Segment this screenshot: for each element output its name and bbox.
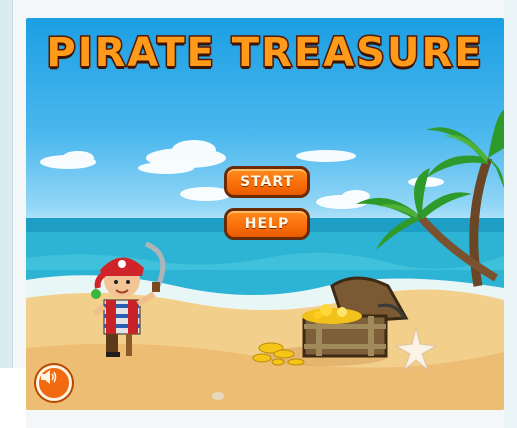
left-panel [0, 0, 13, 428]
help-button[interactable]: HELP [224, 208, 310, 240]
speaker-icon [41, 370, 57, 384]
seashell [212, 392, 224, 400]
game-title: PIRATE TREASURE [45, 29, 484, 78]
right-strip [504, 0, 517, 428]
start-button[interactable]: START [224, 166, 310, 198]
sound-toggle-button[interactable] [36, 365, 72, 401]
bottom-strip [0, 368, 26, 428]
game-canvas[interactable]: PIRATE TREASURE START HELP [26, 18, 504, 410]
